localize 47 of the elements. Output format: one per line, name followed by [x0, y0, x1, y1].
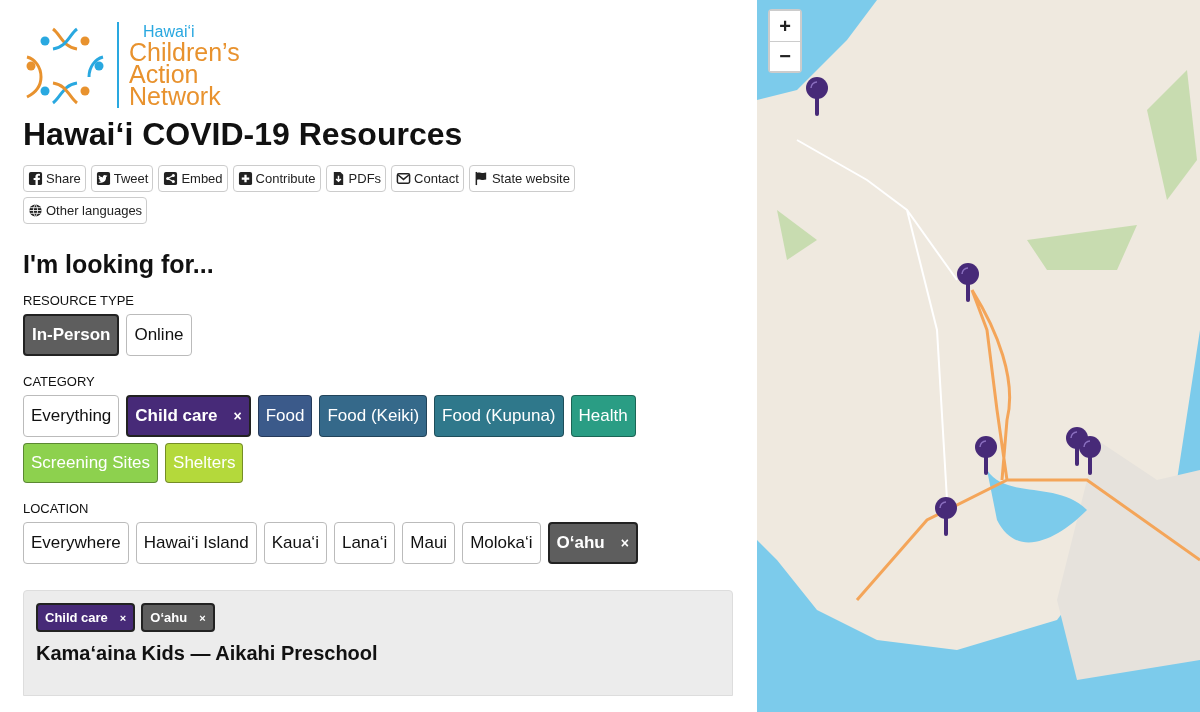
- action-button[interactable]: Other languages: [23, 197, 148, 224]
- filter-chip[interactable]: Maui: [402, 522, 456, 564]
- result-tag[interactable]: O‘ahu ×: [141, 603, 215, 632]
- action-button[interactable]: Tweet: [90, 165, 154, 192]
- zoom-out-button[interactable]: −: [770, 41, 800, 71]
- filter-chip[interactable]: Lana‘i: [333, 522, 396, 564]
- action-button[interactable]: Contact: [391, 165, 464, 192]
- filter-chip[interactable]: Kaua‘i: [263, 522, 327, 564]
- action-button[interactable]: Share: [23, 165, 86, 192]
- map-pin-icon[interactable]: [1078, 435, 1102, 477]
- action-button[interactable]: PDFs: [325, 165, 387, 192]
- share-icon: [163, 171, 179, 186]
- logo-name: Network: [129, 85, 222, 107]
- result-tag[interactable]: Child care ×: [36, 603, 136, 632]
- action-button[interactable]: State website: [468, 165, 575, 192]
- flag-icon: [473, 171, 489, 186]
- logo-tagline: Hawai‘i: [142, 23, 196, 41]
- filter-chip[interactable]: Food (Kupuna): [434, 395, 564, 437]
- facebook-icon: [28, 171, 43, 186]
- filter-chip[interactable]: Food: [257, 395, 313, 437]
- filter-chip[interactable]: Everywhere: [23, 522, 129, 564]
- map-pin-icon[interactable]: [956, 262, 980, 304]
- map-pin-icon[interactable]: [974, 435, 998, 477]
- filter-label: RESOURCE TYPE: [23, 293, 135, 308]
- filter-chip[interactable]: Child care ×: [126, 395, 251, 437]
- logo-name: Action: [129, 63, 199, 85]
- action-button[interactable]: Embed: [158, 165, 228, 192]
- filter-chip[interactable]: O‘ahu ×: [547, 522, 638, 564]
- twitter-icon: [95, 171, 111, 186]
- plus-icon: [237, 171, 253, 186]
- globe-icon: [28, 203, 43, 218]
- map-pin-icon[interactable]: [805, 76, 829, 118]
- result-title[interactable]: Kama‘aina Kids — Aikahi Preschool: [36, 642, 720, 665]
- page-title: Hawai‘i COVID-19 Resources: [23, 116, 464, 153]
- action-button[interactable]: Contribute: [232, 165, 321, 192]
- filter-chip[interactable]: In-Person: [23, 314, 120, 356]
- filter-chip[interactable]: Food (Keiki): [319, 395, 428, 437]
- filter-chip[interactable]: Hawai‘i Island: [135, 522, 257, 564]
- filter-chip[interactable]: Online: [126, 314, 192, 356]
- section-heading: I'm looking for...: [23, 250, 215, 279]
- envelope-icon: [396, 171, 412, 186]
- logo-name: Children’s: [129, 41, 240, 63]
- filter-chip[interactable]: Moloka‘i: [462, 522, 541, 564]
- filter-chip[interactable]: Everything: [23, 395, 120, 437]
- filter-label: CATEGORY: [23, 374, 96, 389]
- filter-label: LOCATION: [23, 501, 90, 516]
- map-pin-icon[interactable]: [934, 496, 958, 538]
